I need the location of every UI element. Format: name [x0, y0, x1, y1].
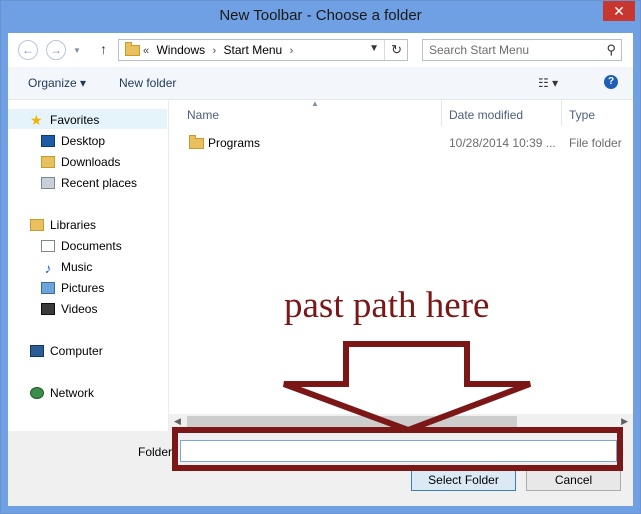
annotation-arrow-overlay — [172, 341, 623, 471]
annotation-box — [172, 427, 623, 471]
annotation-arrow — [282, 341, 532, 434]
